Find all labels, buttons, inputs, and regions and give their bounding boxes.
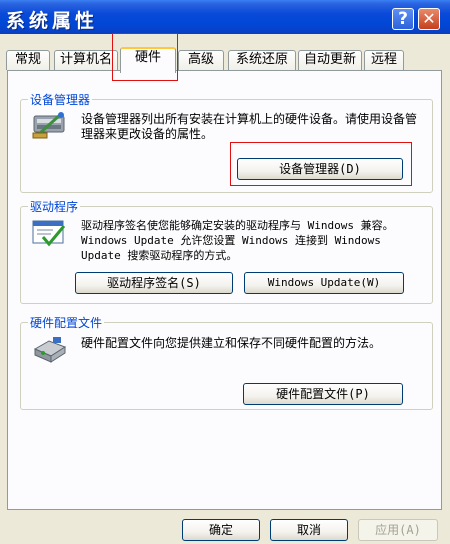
hardware-profiles-group: 硬件配置文件 硬件配置文件向您提供建立和保存不同硬件配置的方法。 硬件配置文件(…: [20, 314, 433, 410]
drivers-group: 驱动程序 驱动程序签名使您能够确定安装的驱动程序与 Windows 兼容。Win…: [20, 198, 433, 304]
hardware-tab-panel: 设备管理器 设备管理器列出所有安装在计算机上的硬件设备。请使用设备管理器来更改设…: [7, 70, 442, 510]
close-button[interactable]: ✕: [418, 8, 440, 30]
drivers-group-title: 驱动程序: [28, 198, 81, 215]
tab-computer-name[interactable]: 计算机名: [54, 50, 118, 70]
tab-highlight-box: [112, 33, 178, 81]
hardware-profiles-description: 硬件配置文件向您提供建立和保存不同硬件配置的方法。: [81, 336, 382, 350]
apply-button[interactable]: 应用(A): [358, 519, 438, 541]
tab-system-restore[interactable]: 系统还原: [228, 50, 296, 70]
window-title: 系统属性: [6, 10, 99, 32]
help-button[interactable]: ?: [392, 8, 414, 30]
device-manager-icon: [32, 112, 65, 139]
drivers-description: 驱动程序签名使您能够确定安装的驱动程序与 Windows 兼容。Windows …: [81, 219, 394, 262]
hardware-profiles-group-title: 硬件配置文件: [28, 314, 105, 331]
tab-general[interactable]: 常规: [6, 50, 50, 70]
windows-update-button[interactable]: Windows Update(W): [244, 272, 404, 294]
ok-button[interactable]: 确定: [182, 519, 260, 541]
tab-strip: 常规 计算机名 硬件 高级 系统还原 自动更新 远程: [4, 47, 444, 73]
device-manager-group-title: 设备管理器: [28, 91, 93, 108]
device-manager-highlight-box: [230, 142, 412, 186]
tab-remote[interactable]: 远程: [364, 50, 404, 70]
title-bar[interactable]: 系统属性 ? ✕: [0, 0, 450, 34]
device-manager-description: 设备管理器列出所有安装在计算机上的硬件设备。请使用设备管理器来更改设备的属性。: [81, 112, 418, 141]
driver-signing-button[interactable]: 驱动程序签名(S): [75, 272, 233, 294]
hardware-profiles-button[interactable]: 硬件配置文件(P): [243, 383, 403, 405]
system-properties-window: 系统属性 ? ✕ 常规 计算机名 硬件 高级 系统还原 自动更新 远程 设备管理…: [0, 0, 450, 544]
tab-advanced[interactable]: 高级: [178, 50, 224, 70]
hardware-profiles-icon: [33, 337, 67, 363]
tab-automatic-updates[interactable]: 自动更新: [298, 50, 362, 70]
driver-signing-icon: [32, 220, 66, 247]
cancel-button[interactable]: 取消: [270, 519, 348, 541]
